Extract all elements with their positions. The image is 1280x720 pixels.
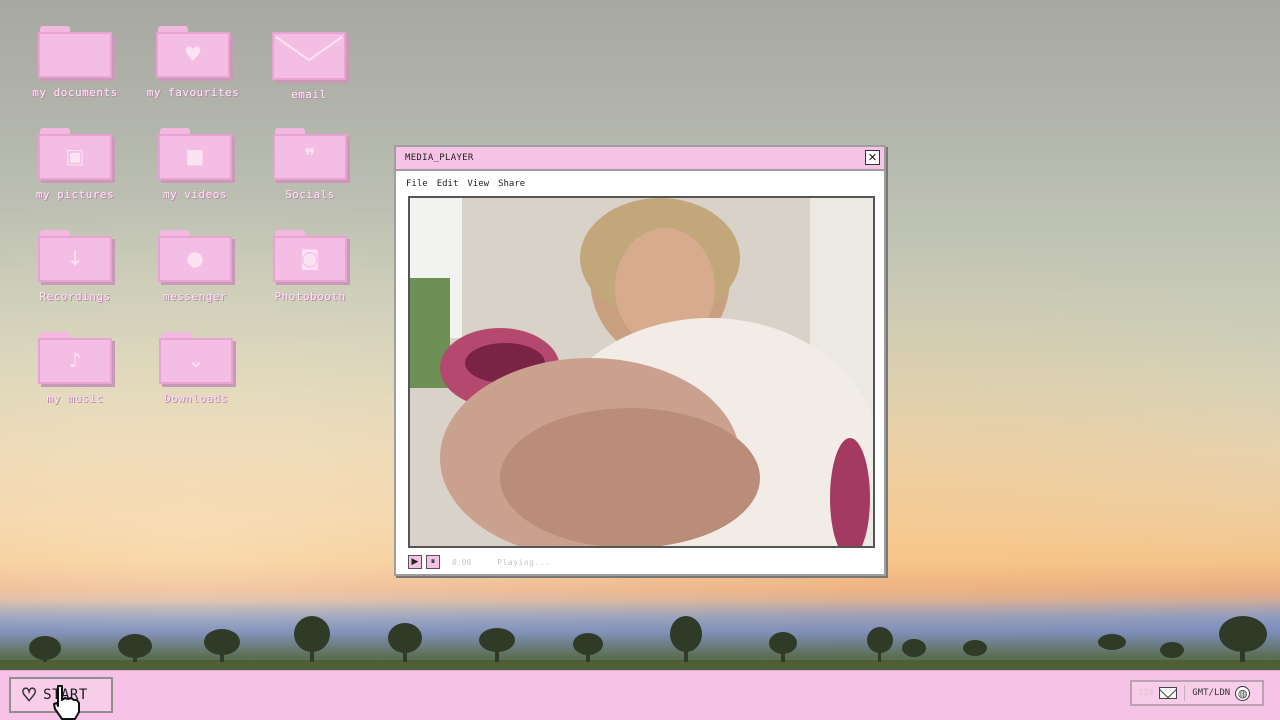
desktop-icon-messenger[interactable]: ● messenger [140, 230, 250, 303]
menu-view[interactable]: View [467, 179, 489, 193]
globe-icon[interactable]: ◍ [1235, 685, 1251, 701]
desktop-icon-my-favourites[interactable]: ♥ my favourites [138, 26, 248, 99]
video-display[interactable] [408, 196, 875, 548]
tray-divider [1184, 685, 1186, 701]
taskbar: ♡ START [0, 670, 1280, 720]
desktop-icon-label: my videos [162, 188, 228, 201]
desktop-icon-label: messenger [162, 290, 228, 303]
desktop-icon-label: my music [46, 392, 104, 405]
window-menubar: File Edit View Share [406, 179, 525, 193]
media-player-window[interactable]: MEDIA_PLAYER ✕ File Edit View Share ▶ ⏸ … [394, 145, 886, 576]
desktop-icon-my-documents[interactable]: my documents [20, 26, 130, 99]
mail-icon[interactable] [1159, 687, 1178, 699]
wallpaper-treeline [0, 616, 1280, 670]
music-note-folder-icon: ♪ [38, 332, 112, 384]
folder-icon [38, 26, 112, 78]
desktop-icon-label: my favourites [146, 86, 240, 99]
desktop-icon-label: Downloads [163, 392, 229, 405]
heart-icon: ♡ [20, 684, 38, 706]
desktop-icon-label: Recordings [39, 290, 111, 303]
picture-folder-icon: ▣ [38, 128, 112, 180]
playback-time: 0:00 [452, 557, 472, 567]
hand-cursor-icon [53, 685, 80, 720]
quote-folder-icon: ❞ [273, 128, 347, 180]
playback-status: Playing... [497, 557, 551, 567]
desktop-icon-label: Socials [285, 188, 335, 201]
desktop-icon-downloads[interactable]: ⌄ Downloads [141, 332, 251, 405]
speech-bubble-folder-icon: ● [158, 230, 232, 282]
chevrons-down-folder-icon: ⌄ [159, 332, 233, 384]
desktop-icon-my-pictures[interactable]: ▣ my pictures [20, 128, 130, 201]
heart-folder-icon: ♥ [156, 26, 230, 78]
menu-share[interactable]: Share [498, 179, 525, 193]
menu-file[interactable]: File [406, 179, 428, 193]
video-frame-image [410, 198, 873, 546]
desktop-icon-my-music[interactable]: ♪ my music [20, 332, 130, 405]
camera-folder-icon: ◙ [273, 230, 347, 282]
timezone-label: GMT/LDN [1192, 688, 1231, 698]
pause-icon[interactable]: ⏸ [426, 555, 440, 569]
desktop-icon-label: my pictures [35, 188, 115, 201]
video-folder-icon: ■ [158, 128, 232, 180]
play-icon[interactable]: ▶ [408, 555, 422, 569]
window-titlebar[interactable]: MEDIA_PLAYER ✕ [396, 147, 884, 171]
desktop-icon-email[interactable]: email [254, 26, 364, 101]
desktop-icon-label: email [291, 88, 327, 101]
mail-count: 120 [1138, 688, 1155, 698]
desktop-icon-my-videos[interactable]: ■ my videos [140, 128, 250, 201]
envelope-icon [272, 32, 346, 80]
desktop-icon-photobooth[interactable]: ◙ Photobooth [255, 230, 365, 303]
close-icon[interactable]: ✕ [865, 150, 880, 165]
system-tray: 120 GMT/LDN ◍ [1130, 680, 1264, 706]
playback-controls: ▶ ⏸ 0:00 Playing... [408, 554, 550, 570]
desktop-icon-label: Photobooth [274, 290, 346, 303]
desktop-icon-recordings[interactable]: ↓ Recordings [20, 230, 130, 303]
download-arrow-folder-icon: ↓ [38, 230, 112, 282]
menu-edit[interactable]: Edit [437, 179, 459, 193]
desktop-icon-socials[interactable]: ❞ Socials [255, 128, 365, 201]
window-title: MEDIA_PLAYER [405, 153, 474, 163]
desktop-icon-label: my documents [32, 86, 118, 99]
